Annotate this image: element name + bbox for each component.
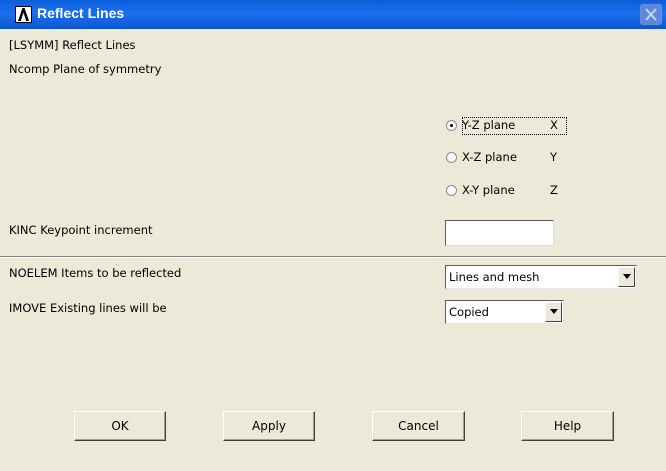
radio-label: X-Z plane	[462, 150, 517, 164]
imove-label: IMOVE Existing lines will be	[9, 301, 167, 315]
ncomp-label: Ncomp Plane of symmetry	[9, 62, 162, 76]
title-bar[interactable]: Reflect Lines	[0, 0, 666, 29]
radio-button[interactable]	[446, 120, 457, 131]
chevron-down-icon	[623, 274, 631, 279]
radio-button[interactable]	[446, 152, 457, 163]
reflect-lines-dialog: Reflect Lines [LSYMM] Reflect Lines Ncom…	[0, 0, 666, 471]
existing-lines-select[interactable]: Copied	[445, 300, 564, 324]
noelem-label: NOELEM Items to be reflected	[9, 266, 182, 280]
command-label: [LSYMM] Reflect Lines	[9, 38, 136, 52]
select-value: Copied	[449, 305, 489, 319]
close-icon	[645, 8, 657, 21]
radio-label: X-Y plane	[462, 183, 515, 197]
chevron-down-icon	[550, 309, 558, 314]
radio-selected-dot	[450, 124, 453, 127]
radio-axis-label: Z	[550, 183, 558, 197]
keypoint-increment-input[interactable]	[445, 220, 554, 246]
close-button[interactable]	[640, 4, 662, 25]
dropdown-button[interactable]	[618, 267, 635, 287]
radio-button[interactable]	[446, 185, 457, 196]
radio-axis-label: Y	[550, 150, 558, 164]
separator	[0, 256, 666, 258]
dropdown-button[interactable]	[545, 302, 562, 322]
items-to-reflect-select[interactable]: Lines and mesh	[445, 265, 637, 289]
help-button[interactable]: Help	[521, 411, 614, 441]
cancel-button[interactable]: Cancel	[372, 411, 465, 441]
ansys-logo-icon	[15, 6, 32, 23]
select-value: Lines and mesh	[449, 270, 540, 284]
focus-indicator	[462, 117, 567, 135]
ok-button[interactable]: OK	[74, 411, 166, 441]
window-title: Reflect Lines	[37, 5, 125, 21]
kinc-label: KINC Keypoint increment	[9, 223, 153, 237]
apply-button[interactable]: Apply	[223, 411, 315, 441]
